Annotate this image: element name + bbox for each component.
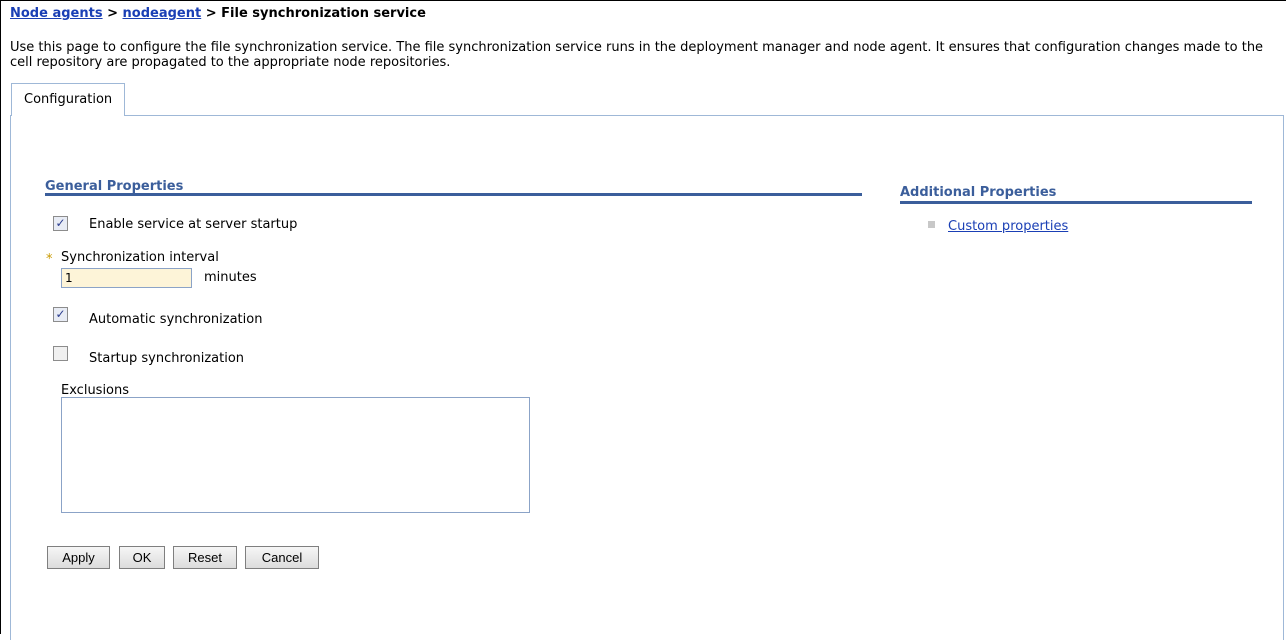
sync-interval-unit: minutes [204, 270, 257, 285]
breadcrumb: Node agents > nodeagent > File synchroni… [10, 6, 426, 21]
startup-sync-label: Startup synchronization [89, 351, 245, 366]
reset-button[interactable]: Reset [173, 546, 237, 569]
bullet-icon [928, 221, 935, 228]
sync-interval-input[interactable] [61, 268, 192, 288]
breadcrumb-current: File synchronization service [221, 6, 426, 21]
ok-button[interactable]: OK [119, 546, 165, 569]
breadcrumb-separator: > [201, 6, 222, 21]
cancel-button[interactable]: Cancel [245, 546, 319, 569]
breadcrumb-separator: > [102, 6, 123, 21]
general-properties-rule [45, 193, 862, 196]
sync-interval-label: Synchronization interval [61, 250, 219, 265]
required-marker: * [46, 252, 53, 267]
tab-configuration[interactable]: Configuration [11, 83, 126, 116]
apply-button[interactable]: Apply [47, 546, 110, 569]
breadcrumb-link-node-agents[interactable]: Node agents [10, 6, 103, 21]
auto-sync-label: Automatic synchronization [89, 312, 263, 327]
general-properties-title: General Properties [45, 179, 184, 194]
additional-properties-rule [900, 201, 1252, 204]
enable-service-checkbox[interactable]: ✓ [53, 216, 68, 231]
enable-service-label: Enable service at server startup [89, 217, 298, 232]
additional-properties-title: Additional Properties [900, 185, 1057, 200]
auto-sync-checkbox[interactable]: ✓ [53, 307, 68, 322]
page-description: Use this page to configure the file sync… [10, 40, 1264, 70]
custom-properties-link[interactable]: Custom properties [948, 219, 1068, 234]
exclusions-textarea[interactable] [61, 397, 530, 513]
exclusions-label: Exclusions [61, 383, 130, 398]
startup-sync-checkbox[interactable] [53, 346, 68, 361]
breadcrumb-link-nodeagent[interactable]: nodeagent [123, 6, 202, 21]
